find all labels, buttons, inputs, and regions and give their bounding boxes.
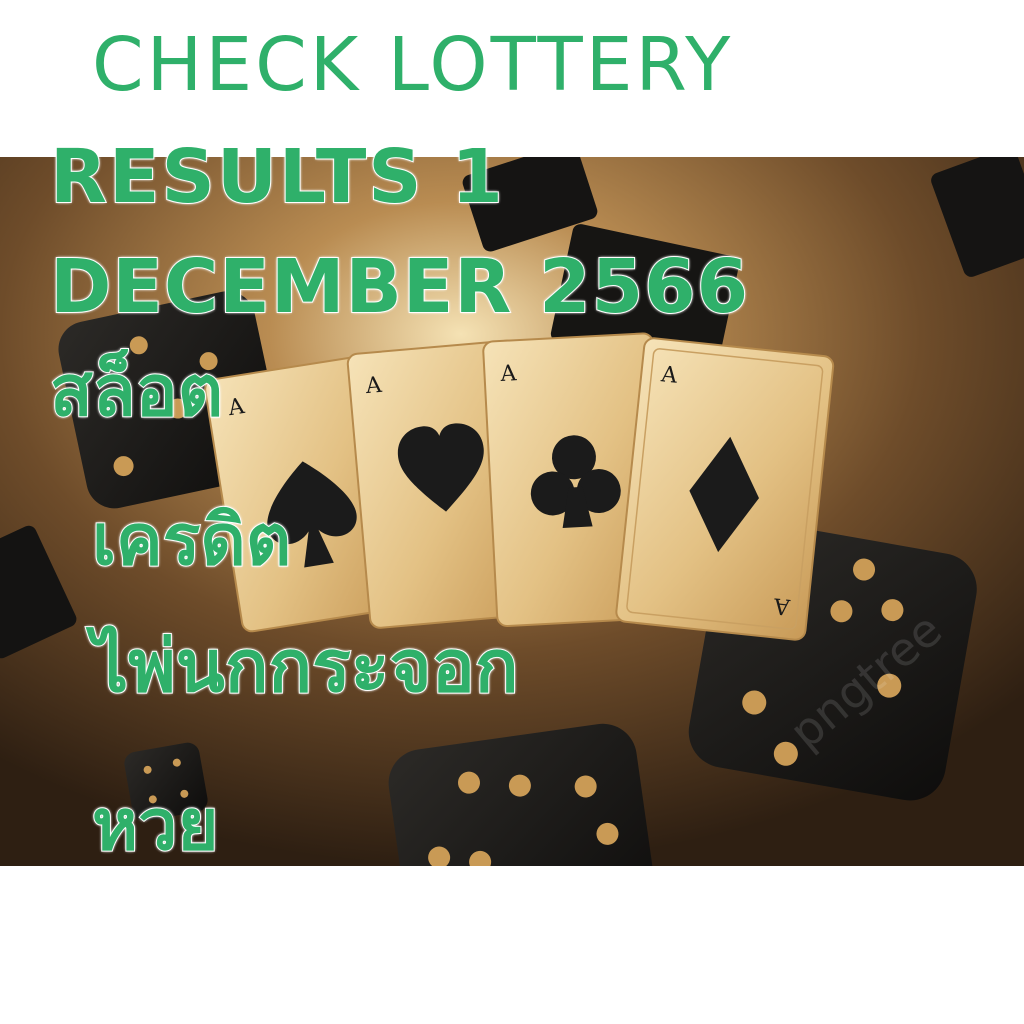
headline-line-1: CHECK LOTTERY xyxy=(91,22,734,108)
headline-line-2: RESULTS 1 xyxy=(49,134,505,220)
keyword-lottery: หวย xyxy=(91,784,219,866)
headline-line-3: DECEMBER 2566 xyxy=(49,244,750,330)
keyword-mahjong: ไพ่นกกระจอก xyxy=(91,624,519,708)
svg-text:A: A xyxy=(364,373,384,399)
keyword-slot: สล็อต xyxy=(49,350,224,432)
keyword-credit: เครดิต xyxy=(91,499,292,581)
svg-text:A: A xyxy=(499,361,518,387)
card-ace-diamond: A A xyxy=(615,337,835,641)
